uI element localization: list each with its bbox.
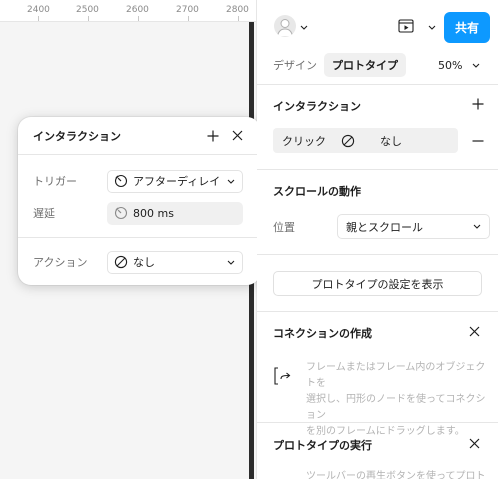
position-label: 位置 bbox=[273, 221, 295, 234]
run-help-text: ツールバーの再生ボタンを使ってプロトタイ bbox=[306, 471, 486, 479]
none-icon bbox=[340, 133, 356, 149]
help-line: フレームまたはフレーム内のオブジェクトを bbox=[306, 362, 486, 389]
panel-tabs: デザイン プロトタイプ 50% bbox=[257, 50, 498, 82]
connections-title: コネクションの作成 bbox=[273, 327, 372, 340]
add-icon[interactable] bbox=[202, 125, 224, 147]
tab-design[interactable]: デザイン bbox=[273, 53, 317, 77]
position-value: 親とスクロール bbox=[346, 220, 423, 234]
timer-icon bbox=[113, 173, 129, 189]
ruler-tick: 2500 bbox=[76, 5, 99, 15]
avatar[interactable] bbox=[274, 15, 296, 37]
ruler-mark bbox=[38, 16, 39, 21]
divider bbox=[257, 422, 498, 423]
trigger-label: トリガー bbox=[33, 175, 77, 188]
ruler-tick: 2800 bbox=[226, 5, 249, 15]
divider bbox=[257, 311, 498, 312]
close-icon[interactable] bbox=[464, 433, 484, 453]
tab-prototype[interactable]: プロトタイプ bbox=[324, 53, 406, 77]
divider bbox=[257, 84, 498, 85]
panel-header: 共有 bbox=[257, 0, 498, 50]
interaction-action: なし bbox=[380, 134, 402, 148]
action-row: アクション なし bbox=[18, 250, 260, 274]
delay-label: 遅延 bbox=[33, 207, 55, 220]
ruler-mark bbox=[138, 16, 139, 21]
divider bbox=[257, 254, 498, 255]
scroll-behavior-title: スクロールの動作 bbox=[273, 185, 361, 198]
connections-help-text: フレームまたはフレーム内のオブジェクトを 選択し、円形のノードを使ってコネクショ… bbox=[306, 360, 491, 440]
share-button[interactable]: 共有 bbox=[444, 12, 490, 43]
popup-header: インタラクション bbox=[18, 117, 260, 155]
interaction-item[interactable]: クリック なし bbox=[273, 128, 458, 153]
connection-icon bbox=[273, 366, 293, 386]
zoom-value: 50% bbox=[438, 58, 463, 72]
ruler-tick: 2600 bbox=[126, 5, 149, 15]
trigger-value: アフターディレイ bbox=[133, 175, 221, 188]
ruler-mark bbox=[188, 16, 189, 21]
timer-icon bbox=[113, 205, 129, 221]
none-icon bbox=[113, 254, 129, 270]
ruler-tick: 2700 bbox=[176, 5, 199, 15]
ruler-tick: 2400 bbox=[27, 5, 50, 15]
delay-row: 遅延 800 ms bbox=[18, 201, 260, 225]
chevron-down-icon bbox=[473, 63, 480, 68]
position-select[interactable]: 親とスクロール bbox=[337, 214, 490, 239]
action-value: なし bbox=[133, 256, 155, 269]
run-prototype-title: プロトタイプの実行 bbox=[273, 439, 372, 452]
add-interaction-icon[interactable] bbox=[468, 94, 488, 114]
chevron-down-icon bbox=[473, 224, 481, 229]
action-select[interactable]: なし bbox=[107, 250, 243, 274]
show-prototype-settings-button[interactable]: プロトタイプの設定を表示 bbox=[273, 271, 482, 296]
chevron-down-icon[interactable] bbox=[427, 22, 437, 32]
delay-value: 800 ms bbox=[133, 206, 174, 220]
action-label: アクション bbox=[33, 256, 88, 269]
interactions-title: インタラクション bbox=[273, 100, 361, 113]
trigger-row: トリガー アフターディレイ bbox=[18, 169, 260, 193]
ruler-mark bbox=[238, 16, 239, 21]
chevron-down-icon bbox=[226, 257, 236, 267]
chevron-down-icon bbox=[226, 176, 236, 186]
horizontal-ruler: 2400 2500 2600 2700 2800 bbox=[0, 0, 257, 22]
close-icon[interactable] bbox=[464, 321, 484, 341]
chevron-down-icon[interactable] bbox=[299, 22, 309, 32]
divider bbox=[257, 169, 498, 170]
close-icon[interactable] bbox=[226, 125, 248, 147]
properties-panel: 共有 デザイン プロトタイプ 50% インタラクション クリック なし スクロー… bbox=[257, 0, 498, 479]
present-icon[interactable] bbox=[397, 17, 415, 35]
help-line: 選択し、円形のノードを使ってコネクション bbox=[306, 394, 486, 421]
interaction-popup: インタラクション トリガー アフターディレイ 遅延 800 ms アクション な… bbox=[18, 117, 260, 285]
popup-title: インタラクション bbox=[33, 129, 121, 143]
popup-divider bbox=[18, 237, 260, 238]
delay-field[interactable]: 800 ms bbox=[107, 201, 243, 225]
ruler-mark bbox=[88, 16, 89, 21]
trigger-select[interactable]: アフターディレイ bbox=[107, 169, 243, 193]
remove-interaction-icon[interactable] bbox=[468, 131, 488, 151]
interaction-trigger: クリック bbox=[282, 134, 326, 148]
zoom-control[interactable]: 50% bbox=[438, 53, 480, 77]
